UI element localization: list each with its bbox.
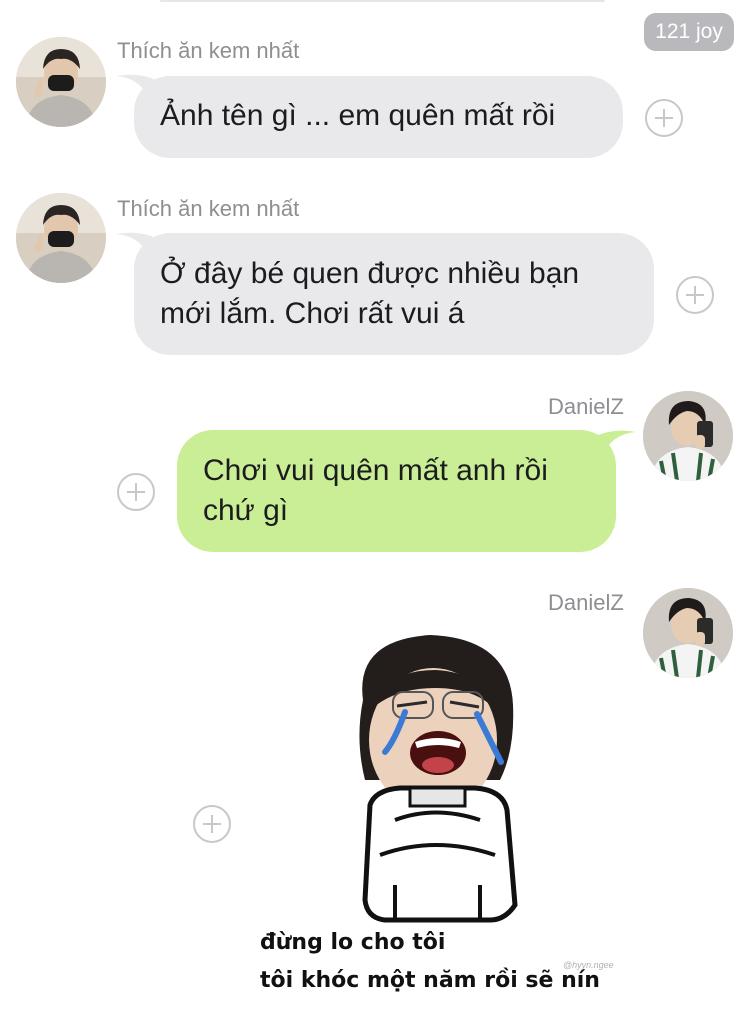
message-bubble-incoming[interactable]: Ảnh tên gì ... em quên mất rồi [134, 76, 623, 158]
message-text-line: mới lắm. Chơi rất vui á [160, 297, 465, 330]
sender-name: DanielZ [548, 394, 624, 419]
plus-circle-icon[interactable] [645, 99, 683, 137]
sticker-caption-line1: đừng lo cho tôi [260, 930, 446, 955]
user-avatar[interactable] [643, 391, 733, 481]
points-badge[interactable]: 121 joy [644, 13, 734, 51]
message-bubble-outgoing[interactable]: Chơi vui quên mất anh rồi chứ gì [177, 430, 616, 552]
contact-avatar[interactable] [16, 193, 106, 283]
user-avatar[interactable] [643, 588, 733, 678]
message-bubble-incoming[interactable]: Ở đây bé quen được nhiều bạn mới lắm. Ch… [134, 233, 654, 355]
contact-avatar[interactable] [16, 37, 106, 127]
crying-sticker-art [359, 635, 518, 923]
crying-sticker[interactable]: đừng lo cho tôi tôi khóc một năm rồi sẽ … [245, 630, 635, 1010]
sticker-caption-line2: tôi khóc một năm rồi sẽ nín [260, 968, 600, 993]
plus-circle-icon[interactable] [193, 805, 231, 843]
plus-circle-icon[interactable] [117, 473, 155, 511]
message-text: Ảnh tên gì ... em quên mất rồi [160, 99, 556, 132]
message-text-line: Ở đây bé quen được nhiều bạn [160, 257, 580, 290]
sender-name: Thích ăn kem nhất [117, 38, 300, 63]
plus-circle-icon[interactable] [676, 276, 714, 314]
message-text-line: chứ gì [203, 494, 289, 527]
message-text-line: Chơi vui quên mất anh rồi [203, 454, 548, 487]
sender-name: Thích ăn kem nhất [117, 196, 300, 221]
sender-name: DanielZ [548, 590, 624, 615]
sticker-watermark: @hyyn.ngee [563, 960, 614, 970]
previous-message-edge [160, 0, 605, 2]
